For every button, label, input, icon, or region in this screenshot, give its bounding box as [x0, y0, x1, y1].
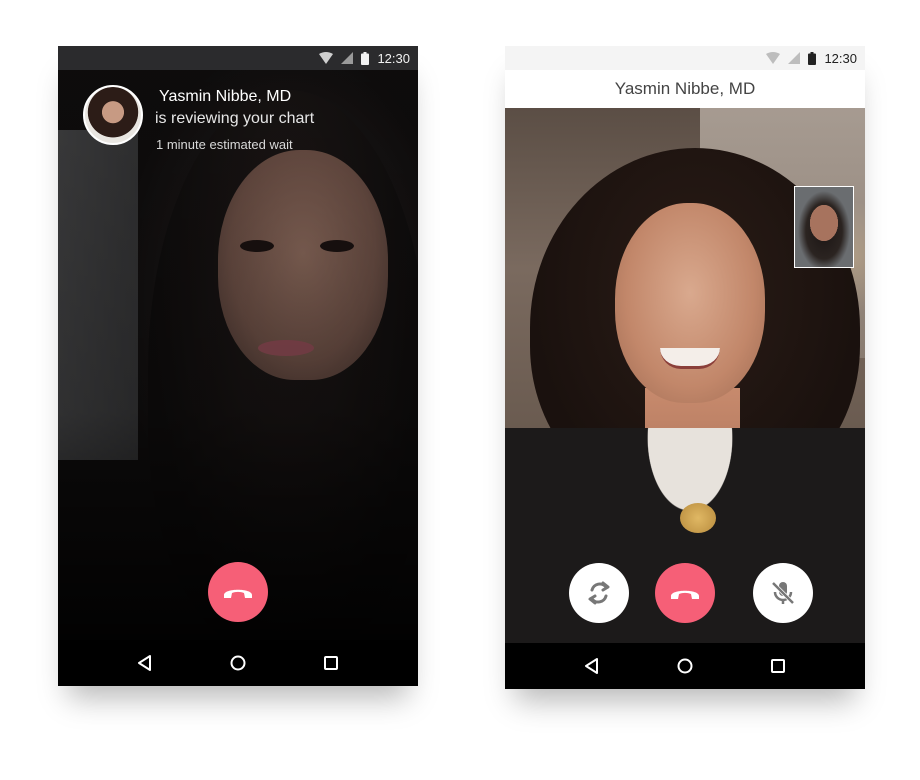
waiting-screen: 12:30 Yasmin Nibbe, MD is reviewing your…: [58, 46, 418, 686]
home-icon[interactable]: [230, 655, 246, 671]
mute-button[interactable]: [753, 563, 813, 623]
call-title: Yasmin Nibbe, MD: [505, 70, 865, 108]
status-time: 12:30: [824, 50, 857, 66]
end-call-button[interactable]: [655, 563, 715, 623]
recents-icon[interactable]: [770, 658, 786, 674]
signal-icon: [341, 52, 354, 64]
android-nav-bar: [58, 640, 418, 686]
signal-icon: [788, 52, 801, 64]
mic-off-icon: [771, 581, 795, 605]
video-call-screen: 12:30 Yasmin Nibbe, MD: [505, 46, 865, 689]
back-icon[interactable]: [584, 658, 600, 674]
battery-icon: [361, 51, 370, 65]
patient-camera-preview: [58, 70, 418, 640]
status-time: 12:30: [377, 50, 410, 66]
wifi-icon: [766, 52, 781, 64]
flip-camera-icon: [588, 581, 610, 605]
self-view-thumbnail[interactable]: [794, 186, 854, 268]
wifi-icon: [319, 52, 334, 64]
doctor-avatar: [83, 85, 143, 145]
android-nav-bar: [505, 643, 865, 689]
status-bar: 12:30: [505, 46, 865, 70]
doctor-name: Yasmin Nibbe, MD: [159, 88, 292, 105]
end-call-icon: [224, 589, 252, 598]
wait-estimate: 1 minute estimated wait: [156, 137, 293, 152]
flip-camera-button[interactable]: [569, 563, 629, 623]
home-icon[interactable]: [677, 658, 693, 674]
back-icon[interactable]: [137, 655, 153, 671]
doctor-status: is reviewing your chart: [155, 110, 315, 127]
recents-icon[interactable]: [323, 655, 339, 671]
end-call-icon: [671, 590, 699, 599]
status-bar: 12:30: [58, 46, 418, 70]
battery-icon: [808, 51, 817, 65]
end-call-button[interactable]: [208, 562, 268, 622]
